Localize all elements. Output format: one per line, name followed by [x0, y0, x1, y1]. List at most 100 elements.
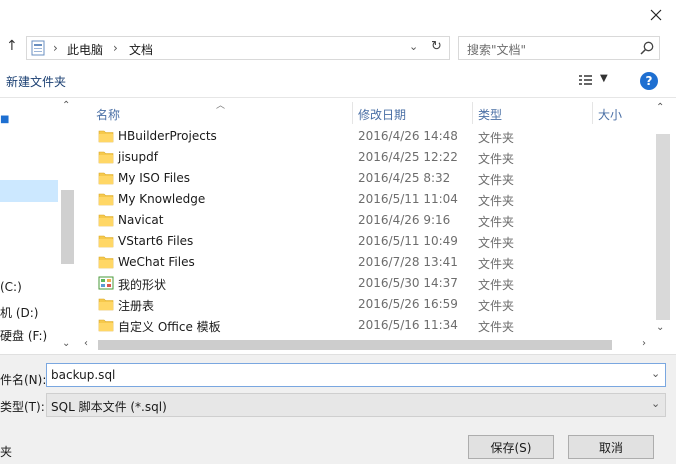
file-name: My ISO Files [118, 171, 191, 185]
filetype-value: SQL 脚本文件 (*.sql) [51, 400, 167, 414]
table-row[interactable]: HBuilderProjects 2016/4/26 14:48 文件夹 [76, 126, 656, 147]
file-type: 文件夹 [478, 194, 515, 208]
address-bar[interactable]: › 此电脑 › 文档 ⌄ ↻ [26, 36, 450, 60]
filename-value: backup.sql [51, 368, 116, 382]
scroll-up-icon[interactable]: ⌃ [656, 102, 670, 114]
folder-icon [98, 172, 114, 185]
table-row[interactable]: 注册表 2016/5/26 16:59 文件夹 [76, 294, 656, 315]
file-type: 文件夹 [478, 152, 515, 166]
file-name: VStart6 Files [118, 234, 194, 248]
table-row[interactable]: 我的形状 2016/5/30 14:37 文件夹 [76, 273, 656, 294]
file-modified-date: 2016/4/26 9:16 [358, 213, 451, 227]
close-icon [650, 9, 662, 21]
chevron-down-icon[interactable]: ⌄ [651, 397, 660, 410]
folder-icon [98, 214, 114, 227]
file-type: 文件夹 [478, 131, 515, 145]
nav-scrollbar-thumb[interactable] [61, 190, 74, 264]
file-type: 文件夹 [478, 215, 515, 229]
this-pc-icon [31, 40, 45, 56]
vertical-scrollbar-thumb[interactable] [656, 134, 670, 320]
column-header-size[interactable]: 大小 [598, 106, 622, 123]
file-name: HBuilderProjects [118, 129, 217, 143]
hide-folders-toggle[interactable]: 夹 [0, 443, 12, 460]
search-input[interactable]: 搜索"文档" [458, 36, 660, 60]
shapes-folder-icon [98, 276, 114, 290]
scroll-down-icon[interactable]: ⌄ [656, 322, 670, 334]
file-modified-date: 2016/4/25 8:32 [358, 171, 451, 185]
chevron-right-icon: › [113, 41, 118, 55]
chevron-right-icon: › [53, 41, 58, 55]
file-type: 文件夹 [478, 173, 515, 187]
column-header-type[interactable]: 类型 [478, 106, 502, 123]
table-row[interactable]: jisupdf 2016/4/25 12:22 文件夹 [76, 147, 656, 168]
save-button[interactable]: 保存(S) [468, 435, 554, 459]
file-name: 我的形状 [118, 278, 167, 292]
file-type: 文件夹 [478, 278, 515, 292]
close-button[interactable] [640, 2, 672, 28]
scroll-left-icon[interactable]: ‹ [84, 338, 96, 350]
breadcrumb-this-pc[interactable]: 此电脑 [67, 41, 103, 58]
file-name: 注册表 [118, 299, 155, 313]
save-form: 件名(N): backup.sql ⌄ 类型(T): SQL 脚本文件 (*.s… [0, 354, 676, 464]
file-name: jisupdf [118, 150, 158, 164]
folder-icon [98, 193, 114, 206]
file-name: My Knowledge [118, 192, 206, 206]
scroll-down-icon[interactable]: ⌄ [62, 338, 74, 350]
file-modified-date: 2016/4/25 12:22 [358, 150, 458, 164]
file-modified-date: 2016/4/26 14:48 [358, 129, 458, 143]
nav-item-drive-c[interactable]: (C:) [0, 280, 22, 294]
new-folder-button[interactable]: 新建文件夹 [6, 73, 66, 90]
column-divider[interactable] [472, 102, 473, 124]
column-header-name[interactable]: 名称 [96, 106, 120, 123]
file-list: ︿ 名称 修改日期 类型 大小 HBuilderProjects 2016/4/2… [76, 97, 676, 353]
help-icon[interactable]: ? [640, 72, 658, 90]
sort-ascending-icon: ︿ [216, 101, 226, 111]
nav-item-selected[interactable] [0, 180, 58, 202]
filename-input[interactable]: backup.sql ⌄ [46, 363, 666, 387]
folder-icon [98, 298, 114, 311]
folder-icon [98, 319, 114, 332]
horizontal-scrollbar-thumb[interactable] [98, 340, 612, 350]
table-row[interactable]: 自定义 Office 模板 2016/5/16 11:34 文件夹 [76, 315, 656, 336]
caret-down-icon[interactable]: ▼ [600, 73, 608, 84]
file-modified-date: 2016/5/16 11:34 [358, 318, 458, 332]
file-name: 自定义 Office 模板 [118, 320, 221, 334]
table-row[interactable]: My ISO Files 2016/4/25 8:32 文件夹 [76, 168, 656, 189]
table-row[interactable]: WeChat Files 2016/7/28 13:41 文件夹 [76, 252, 656, 273]
filename-label: 件名(N): [0, 373, 47, 387]
file-modified-date: 2016/5/30 14:37 [358, 276, 458, 290]
scroll-right-icon[interactable]: › [642, 338, 654, 350]
refresh-icon[interactable]: ↻ [431, 39, 447, 57]
filetype-label: 类型(T): [0, 400, 45, 414]
column-divider[interactable] [352, 102, 353, 124]
view-options-icon[interactable] [578, 72, 594, 88]
cancel-button[interactable]: 取消 [568, 435, 654, 459]
column-header-date[interactable]: 修改日期 [358, 106, 406, 123]
folder-icon [98, 235, 114, 248]
filetype-select[interactable]: SQL 脚本文件 (*.sql) ⌄ [46, 393, 666, 417]
table-row[interactable]: My Knowledge 2016/5/11 11:04 文件夹 [76, 189, 656, 210]
nav-item-partial-icon: ■ [0, 114, 10, 125]
chevron-down-icon[interactable]: ⌄ [409, 40, 425, 56]
file-type: 文件夹 [478, 320, 515, 334]
table-row[interactable]: VStart6 Files 2016/5/11 10:49 文件夹 [76, 231, 656, 252]
folder-icon [98, 256, 114, 269]
nav-item-drive-f[interactable]: 硬盘 (F:) [0, 327, 47, 344]
column-divider[interactable] [592, 102, 593, 124]
breadcrumb-documents[interactable]: 文档 [129, 41, 153, 58]
file-name: WeChat Files [118, 255, 195, 269]
folder-icon [98, 130, 114, 143]
up-arrow-icon[interactable]: ↑ [6, 38, 20, 56]
navigation-pane: ■ (C:) 机 (D:) 硬盘 (F:) ⌃ ⌄ [0, 97, 76, 353]
search-icon[interactable] [639, 40, 655, 56]
file-type: 文件夹 [478, 299, 515, 313]
chevron-down-icon[interactable]: ⌄ [651, 367, 660, 380]
file-type: 文件夹 [478, 257, 515, 271]
search-placeholder: 搜索"文档" [467, 43, 527, 57]
file-modified-date: 2016/7/28 13:41 [358, 255, 458, 269]
scroll-up-icon[interactable]: ⌃ [62, 100, 74, 112]
nav-item-drive-d[interactable]: 机 (D:) [0, 304, 38, 321]
file-modified-date: 2016/5/11 11:04 [358, 192, 458, 206]
file-modified-date: 2016/5/11 10:49 [358, 234, 458, 248]
table-row[interactable]: Navicat 2016/4/26 9:16 文件夹 [76, 210, 656, 231]
